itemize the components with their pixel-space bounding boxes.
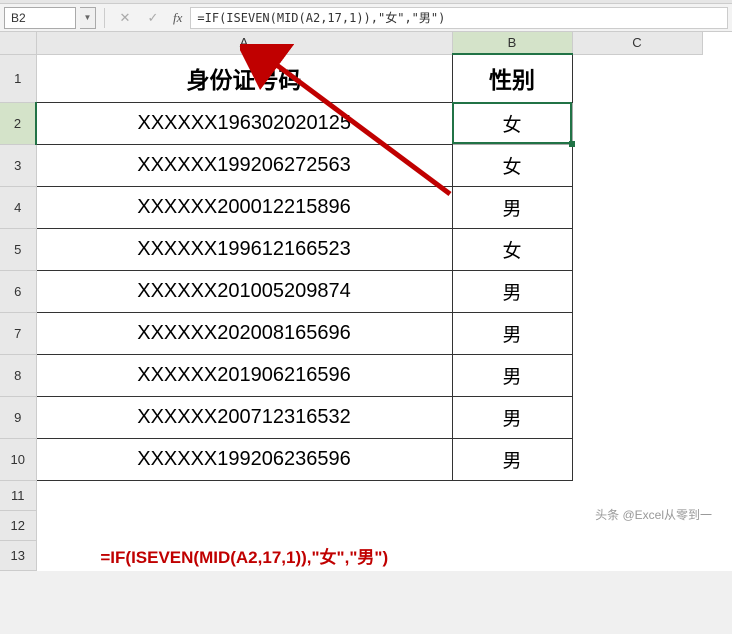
data-cell-gender[interactable]: 男 (452, 186, 572, 228)
empty-cell[interactable] (572, 144, 702, 186)
data-cell-gender[interactable]: 男 (452, 438, 572, 480)
row-header[interactable]: 13 (0, 540, 36, 570)
data-cell-id[interactable]: XXXXXX202008165696 (36, 312, 452, 354)
row-header[interactable]: 5 (0, 228, 36, 270)
formula-input[interactable]: =IF(ISEVEN(MID(A2,17,1)),"女","男") (190, 7, 728, 29)
empty-cell[interactable] (572, 540, 702, 570)
cell-value: 女 (502, 115, 521, 136)
data-cell-id[interactable]: XXXXXX199612166523 (36, 228, 452, 270)
name-box-dropdown[interactable]: ▼ (80, 7, 96, 29)
row-header[interactable]: 7 (0, 312, 36, 354)
header-cell-id[interactable]: 身份证号码 (36, 54, 452, 102)
formula-bar: B2 ▼ ✕ ✓ fx =IF(ISEVEN(MID(A2,17,1)),"女"… (0, 4, 732, 32)
empty-cell[interactable] (452, 540, 572, 570)
data-cell-id[interactable]: XXXXXX201005209874 (36, 270, 452, 312)
col-header-A[interactable]: A (36, 32, 452, 54)
row-header[interactable]: 3 (0, 144, 36, 186)
empty-cell[interactable] (572, 228, 702, 270)
data-cell-gender[interactable]: 女 (452, 228, 572, 270)
empty-cell[interactable] (452, 480, 572, 510)
divider (104, 8, 105, 28)
name-box[interactable]: B2 (4, 7, 76, 29)
grid-table[interactable]: A B C 1 身份证号码 性别 2 XXXXXX196302020125 女 … (0, 32, 703, 571)
data-cell-id[interactable]: XXXXXX196302020125 (36, 102, 452, 144)
row-header[interactable]: 12 (0, 510, 36, 540)
empty-cell[interactable] (36, 510, 452, 540)
data-cell-gender[interactable]: 女 (452, 144, 572, 186)
row-header[interactable]: 1 (0, 54, 36, 102)
fill-handle[interactable] (569, 141, 575, 147)
cancel-icon[interactable]: ✕ (113, 7, 137, 29)
col-header-C[interactable]: C (572, 32, 702, 54)
empty-cell[interactable] (572, 312, 702, 354)
row-header[interactable]: 4 (0, 186, 36, 228)
data-cell-gender[interactable]: 男 (452, 312, 572, 354)
row-header[interactable]: 9 (0, 396, 36, 438)
row-header[interactable]: 2 (0, 102, 36, 144)
formula-annotation[interactable]: =IF(ISEVEN(MID(A2,17,1)),"女","男") (36, 540, 452, 570)
active-cell[interactable]: 女 (452, 102, 572, 144)
spreadsheet-grid: A B C 1 身份证号码 性别 2 XXXXXX196302020125 女 … (0, 32, 732, 571)
empty-cell[interactable] (36, 480, 452, 510)
empty-cell[interactable] (572, 354, 702, 396)
data-cell-id[interactable]: XXXXXX200012215896 (36, 186, 452, 228)
data-cell-id[interactable]: XXXXXX200712316532 (36, 396, 452, 438)
data-cell-gender[interactable]: 男 (452, 354, 572, 396)
fx-icon[interactable]: fx (169, 10, 186, 26)
header-cell-gender[interactable]: 性别 (452, 54, 572, 102)
row-header[interactable]: 8 (0, 354, 36, 396)
empty-cell[interactable] (572, 396, 702, 438)
empty-cell[interactable] (452, 510, 572, 540)
data-cell-gender[interactable]: 男 (452, 396, 572, 438)
watermark-text: 头条 @Excel从零到一 (595, 506, 712, 523)
empty-cell[interactable] (572, 438, 702, 480)
empty-cell[interactable] (572, 270, 702, 312)
data-cell-id[interactable]: XXXXXX199206236596 (36, 438, 452, 480)
empty-cell[interactable] (572, 186, 702, 228)
row-header[interactable]: 6 (0, 270, 36, 312)
data-cell-gender[interactable]: 男 (452, 270, 572, 312)
data-cell-id[interactable]: XXXXXX199206272563 (36, 144, 452, 186)
row-header[interactable]: 11 (0, 480, 36, 510)
col-header-B[interactable]: B (452, 32, 572, 54)
select-all-corner[interactable] (0, 32, 36, 54)
row-header[interactable]: 10 (0, 438, 36, 480)
enter-icon[interactable]: ✓ (141, 7, 165, 29)
empty-cell[interactable] (572, 102, 702, 144)
data-cell-id[interactable]: XXXXXX201906216596 (36, 354, 452, 396)
empty-cell[interactable] (572, 54, 702, 102)
